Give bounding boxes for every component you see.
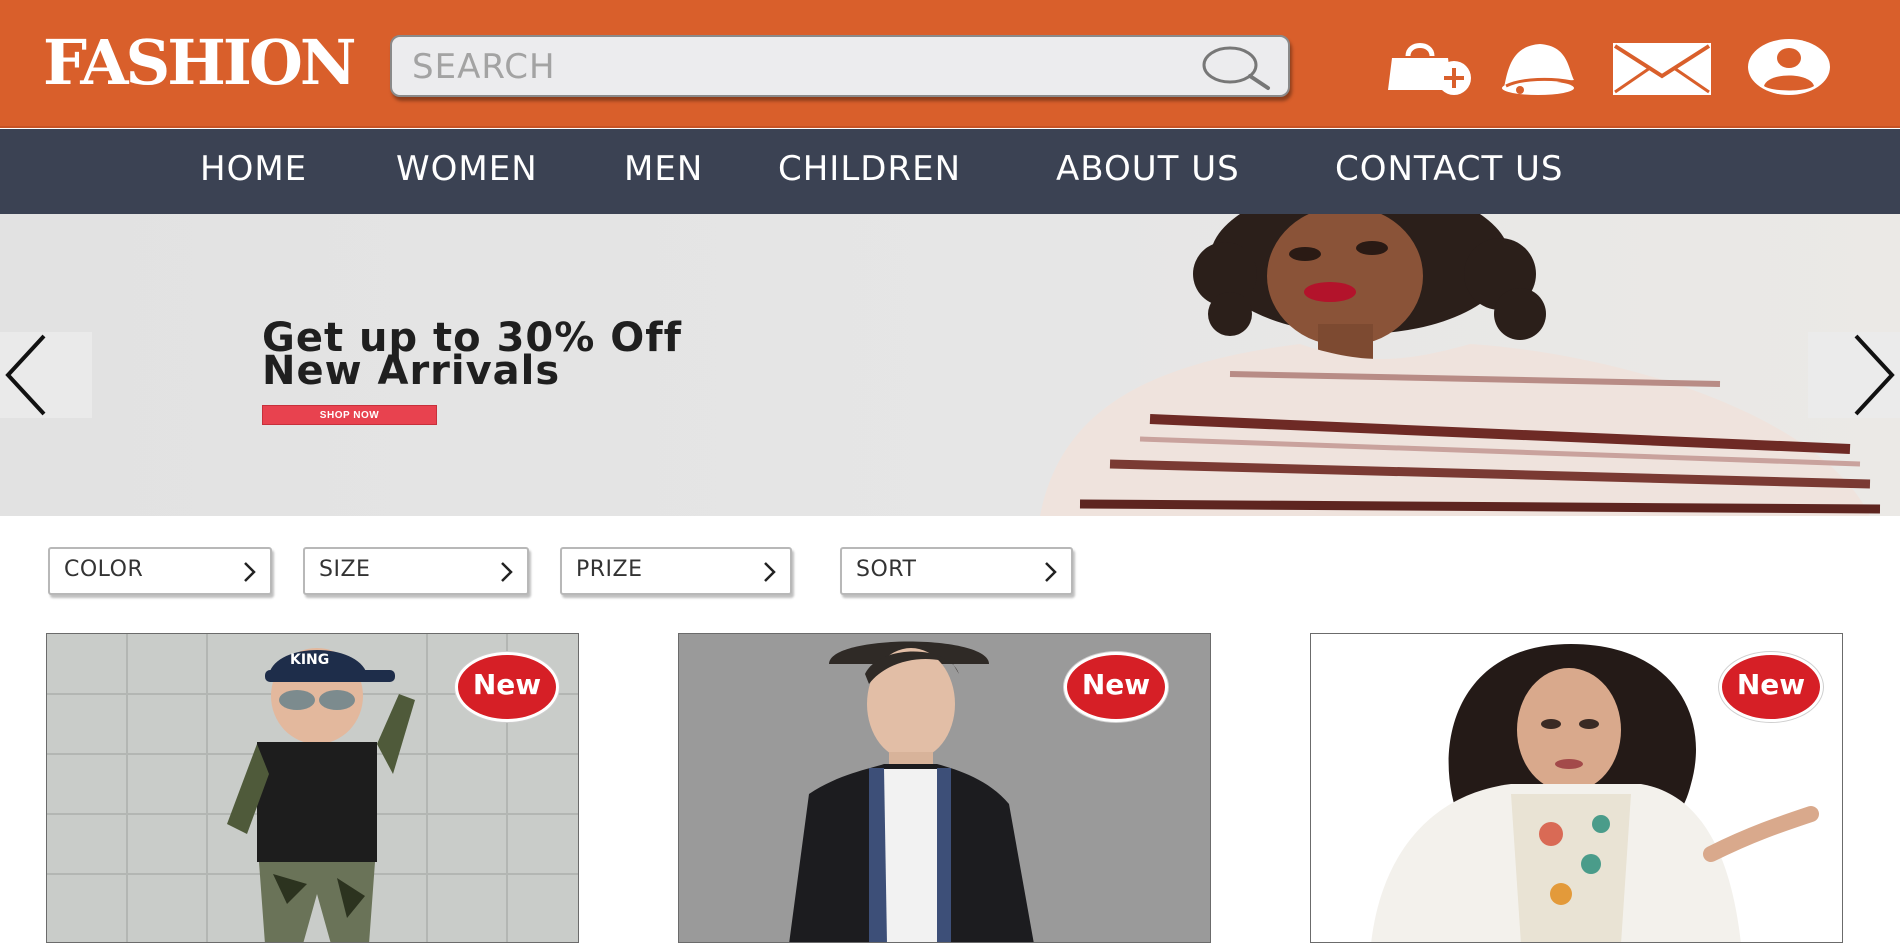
- nav-contact-us[interactable]: CONTACT US: [1335, 149, 1564, 189]
- site-header: FASHION: [0, 0, 1900, 128]
- chevron-right-icon: [1854, 334, 1895, 416]
- hero-banner: Get up to 30% Off New Arrivals SHOP NOW: [0, 214, 1900, 516]
- nav-men[interactable]: MEN: [624, 149, 703, 189]
- chevron-left-icon: [5, 334, 46, 416]
- filter-sort-label: SORT: [856, 557, 917, 582]
- product-card[interactable]: New: [1310, 633, 1843, 943]
- banner-prev-button[interactable]: [0, 332, 92, 418]
- nav-home[interactable]: HOME: [200, 149, 307, 189]
- nav-about-us[interactable]: ABOUT US: [1056, 149, 1240, 189]
- mail-icon[interactable]: [1612, 42, 1712, 96]
- new-badge: New: [1719, 652, 1823, 722]
- search-input[interactable]: [410, 45, 1190, 89]
- new-badge: New: [1064, 652, 1168, 722]
- search-icon[interactable]: [1196, 43, 1276, 93]
- filter-prize[interactable]: PRIZE: [560, 547, 792, 595]
- filter-size[interactable]: SIZE: [303, 547, 529, 595]
- product-card[interactable]: KING New: [46, 633, 579, 943]
- chevron-right-icon: [501, 562, 513, 582]
- hero-model-image: [1040, 214, 1881, 516]
- chevron-right-icon: [244, 562, 256, 582]
- svg-text:KING: KING: [290, 652, 329, 668]
- filter-prize-label: PRIZE: [576, 557, 643, 582]
- nav-women[interactable]: WOMEN: [396, 149, 538, 189]
- chevron-right-icon: [1045, 562, 1057, 582]
- main-nav: HOME WOMEN MEN CHILDREN ABOUT US CONTACT…: [0, 129, 1900, 214]
- search-bar: [390, 35, 1290, 97]
- product-card[interactable]: New: [678, 633, 1211, 943]
- shopping-bag-add-icon[interactable]: [1380, 38, 1475, 96]
- new-badge: New: [455, 652, 559, 722]
- filter-color-label: COLOR: [64, 557, 144, 582]
- banner-headline: Get up to 30% Off New Arrivals: [262, 318, 682, 391]
- bell-icon[interactable]: [1492, 38, 1580, 96]
- filter-color[interactable]: COLOR: [48, 547, 272, 595]
- chevron-right-icon: [764, 562, 776, 582]
- site-logo[interactable]: FASHION: [43, 28, 357, 98]
- nav-children[interactable]: CHILDREN: [778, 149, 961, 189]
- filter-sort[interactable]: SORT: [840, 547, 1073, 595]
- shop-now-button[interactable]: SHOP NOW: [262, 405, 437, 425]
- filter-size-label: SIZE: [319, 557, 371, 582]
- banner-next-button[interactable]: [1808, 332, 1900, 418]
- user-profile-icon[interactable]: [1746, 38, 1832, 96]
